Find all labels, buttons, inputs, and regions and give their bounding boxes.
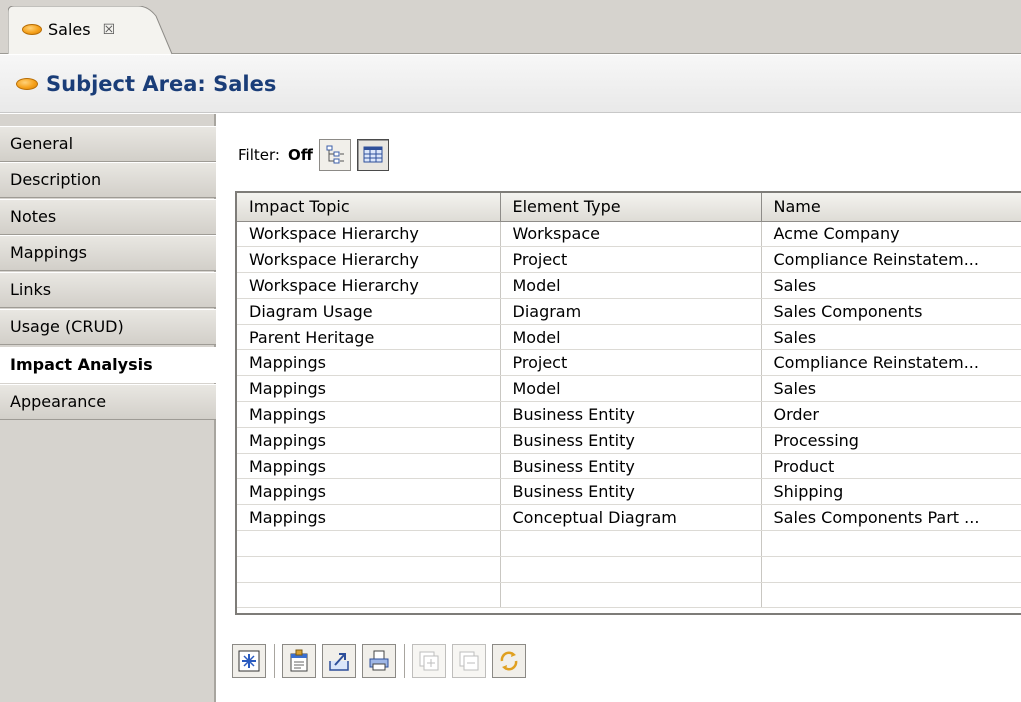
table-header-row: Impact Topic Element Type Name (237, 193, 1021, 222)
cell-element-type: Model (500, 324, 762, 351)
cell-name: Order (761, 401, 1021, 428)
sidebar-item-description[interactable]: Description (0, 162, 216, 198)
cell-impact-topic: Workspace Hierarchy (237, 272, 501, 299)
column-header-impact-topic[interactable]: Impact Topic (237, 193, 501, 222)
filter-status: Off (287, 146, 313, 164)
cell-element-type: Diagram (500, 298, 762, 325)
sidebar-item-links[interactable]: Links (0, 272, 216, 308)
column-header-name[interactable]: Name (761, 193, 1021, 222)
impact-analysis-panel: Filter: Off Impact Topic Element Type Na… (218, 114, 1021, 702)
page-title: Subject Area: Sales (46, 71, 277, 96)
cell-name: Sales Components Part ... (761, 504, 1021, 532)
refresh-icon (500, 651, 518, 671)
cell-impact-topic: Mappings (237, 375, 501, 403)
sidebar-item-usage-crud[interactable]: Usage (CRUD) (0, 309, 216, 345)
cell-element-type: Workspace (500, 221, 762, 248)
sidebar-item-notes[interactable]: Notes (0, 199, 216, 235)
table-row[interactable]: Mappings Project Compliance Reinstatem... (237, 349, 1021, 377)
cell-impact-topic: Mappings (237, 504, 501, 532)
editor-tab-label: Sales (48, 20, 91, 39)
collapse-all-icon (459, 651, 479, 671)
cell-element-type: Conceptual Diagram (500, 504, 762, 532)
cell-name: Product (761, 453, 1021, 480)
cell-impact-topic: Parent Heritage (237, 324, 501, 351)
sidebar-item-mappings[interactable]: Mappings (0, 235, 216, 271)
subject-area-icon (22, 24, 42, 35)
collapse-all-button[interactable] (452, 644, 486, 678)
sidebar-item-appearance[interactable]: Appearance (0, 384, 216, 420)
grid-view-icon (363, 146, 383, 163)
table-row[interactable]: Mappings Business Entity Processing (237, 427, 1021, 454)
cell-element-type: Business Entity (500, 427, 762, 454)
table-row[interactable]: Mappings Conceptual Diagram Sales Componen… (237, 504, 1021, 532)
cell-element-type: Business Entity (500, 478, 762, 506)
cell-name: Sales (761, 324, 1021, 351)
print-button[interactable] (362, 644, 396, 678)
toolbar-separator (404, 644, 406, 678)
editor-header: Subject Area: Sales (0, 55, 1021, 113)
cell-element-type: Project (500, 349, 762, 377)
cell-name: Sales Components (761, 298, 1021, 325)
empty-row (237, 556, 1021, 583)
cell-element-type: Project (500, 246, 762, 274)
close-icon[interactable]: ☒ (103, 22, 116, 38)
cell-impact-topic: Mappings (237, 401, 501, 428)
sidebar-item-impact-analysis[interactable]: Impact Analysis (0, 347, 218, 383)
properties-icon (290, 649, 308, 672)
cell-name: Sales (761, 272, 1021, 299)
tree-view-icon (326, 145, 344, 164)
editor-tab-strip: Sales ☒ (0, 0, 1021, 55)
cell-name: Compliance Reinstatem... (761, 246, 1021, 274)
impact-table-container[interactable]: Impact Topic Element Type Name Workspace… (235, 191, 1021, 615)
cell-impact-topic: Workspace Hierarchy (237, 221, 501, 248)
table-row[interactable]: Workspace Hierarchy Project Compliance Rei… (237, 246, 1021, 274)
table-row[interactable]: Parent Heritage Model Sales (237, 324, 1021, 351)
cell-name: Sales (761, 375, 1021, 403)
impact-table: Impact Topic Element Type Name Workspace… (237, 193, 1021, 609)
tree-view-button[interactable] (318, 139, 351, 171)
cell-impact-topic: Mappings (237, 349, 501, 377)
empty-row (237, 582, 1021, 609)
cell-element-type: Model (500, 375, 762, 403)
cell-element-type: Business Entity (500, 401, 762, 428)
cell-name: Acme Company (761, 221, 1021, 248)
print-icon (369, 650, 389, 671)
toolbar-separator (274, 644, 276, 678)
select-all-button[interactable] (232, 644, 266, 678)
cell-name: Processing (761, 427, 1021, 454)
cell-impact-topic: Diagram Usage (237, 298, 501, 325)
cell-name: Compliance Reinstatem... (761, 349, 1021, 377)
export-icon (329, 653, 349, 671)
cell-impact-topic: Mappings (237, 478, 501, 506)
sidebar: General Description Notes Mappings Links… (0, 114, 218, 702)
expand-all-button[interactable] (412, 644, 446, 678)
cell-impact-topic: Mappings (237, 453, 501, 480)
subject-area-icon (16, 77, 38, 90)
table-row[interactable]: Workspace Hierarchy Workspace Acme Company (237, 221, 1021, 248)
refresh-button[interactable] (492, 644, 526, 678)
cell-name: Shipping (761, 478, 1021, 506)
filter-bar: Filter: Off (238, 134, 389, 176)
bottom-toolbar (232, 639, 526, 683)
filter-label: Filter: (238, 146, 280, 164)
table-row[interactable]: Workspace Hierarchy Model Sales (237, 272, 1021, 299)
properties-button[interactable] (282, 644, 316, 678)
select-all-icon (238, 650, 260, 672)
grid-view-button[interactable] (356, 139, 389, 171)
table-row[interactable]: Mappings Model Sales (237, 375, 1021, 403)
cell-impact-topic: Mappings (237, 427, 501, 454)
editor-tab-sales[interactable]: Sales ☒ (8, 6, 173, 55)
cell-element-type: Model (500, 272, 762, 299)
cell-element-type: Business Entity (500, 453, 762, 480)
expand-all-icon (419, 651, 439, 671)
column-header-element-type[interactable]: Element Type (500, 193, 762, 222)
table-row[interactable]: Mappings Business Entity Product (237, 453, 1021, 480)
table-row[interactable]: Diagram Usage Diagram Sales Components (237, 298, 1021, 325)
sidebar-item-general[interactable]: General (0, 126, 216, 162)
cell-impact-topic: Workspace Hierarchy (237, 246, 501, 274)
table-row[interactable]: Mappings Business Entity Shipping (237, 478, 1021, 506)
empty-row (237, 530, 1021, 557)
table-row[interactable]: Mappings Business Entity Order (237, 401, 1021, 428)
export-button[interactable] (322, 644, 356, 678)
